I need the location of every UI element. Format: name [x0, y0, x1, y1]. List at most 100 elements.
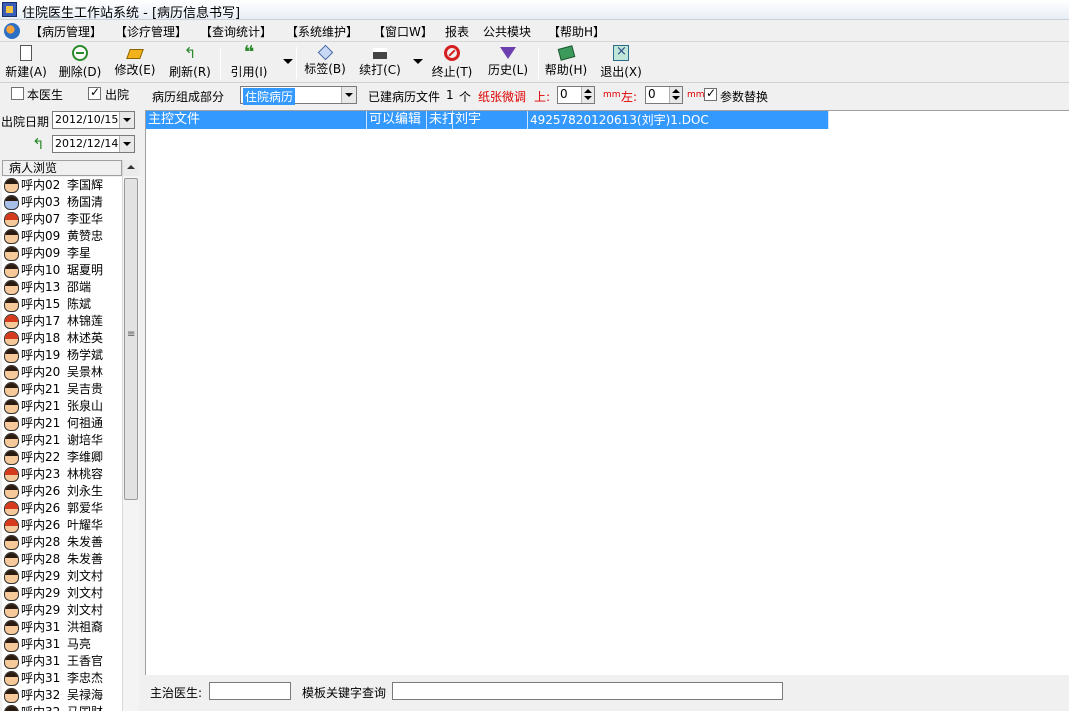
male-patient-icon	[4, 399, 19, 414]
patient-list-item[interactable]: 呼内19 杨学斌	[2, 347, 122, 364]
history-button[interactable]: 历史(L)	[486, 45, 530, 81]
eraser-icon	[126, 49, 144, 59]
patient-list-item[interactable]: 呼内29 刘文村	[2, 568, 122, 585]
menu-reports[interactable]: 报表	[445, 23, 469, 40]
patient-name: 杨学斌	[67, 348, 104, 362]
patient-list-item[interactable]: 呼内31 马亮	[2, 636, 122, 653]
exit-button[interactable]: 退出(X)	[599, 44, 643, 81]
new-button[interactable]: 新建(A)	[4, 45, 48, 81]
param-replace-checkbox[interactable]	[704, 86, 717, 101]
patient-bed-id: 呼内03	[21, 195, 61, 209]
patient-list-item[interactable]: 呼内09 李星	[2, 245, 122, 262]
tag-button[interactable]: 标签(B)	[303, 44, 347, 81]
chevron-down-icon[interactable]	[119, 136, 134, 152]
top-margin-label: 上:	[534, 90, 551, 104]
chevron-down-icon[interactable]	[341, 87, 356, 103]
patient-list-header[interactable]: 病人浏览	[2, 160, 122, 176]
patient-bed-id: 呼内21	[21, 416, 61, 430]
patient-name: 李维卿	[67, 450, 104, 464]
menu-window[interactable]: 【窗口W】	[373, 23, 433, 40]
patient-name: 何祖通	[67, 416, 104, 430]
patient-list-item[interactable]: 呼内31 李忠杰	[2, 670, 122, 687]
patient-list-scrollbar[interactable]	[122, 160, 139, 711]
document-row[interactable]: 主控文件 可以编辑 未打 刘宇 49257820120613(刘宇)1.DOC	[146, 111, 829, 129]
top-margin-spinner[interactable]: 0	[557, 86, 595, 104]
spinner-arrows-icon[interactable]	[669, 87, 682, 103]
patient-list-item[interactable]: 呼内28 朱发善	[2, 551, 122, 568]
toolbar-separator	[296, 47, 297, 79]
print-dropdown-arrow-icon[interactable]	[413, 59, 423, 64]
discharged-checkbox[interactable]	[88, 85, 101, 100]
patient-list-item[interactable]: 呼内21 张泉山	[2, 398, 122, 415]
patient-bed-id: 呼内29	[21, 586, 61, 600]
patient-name: 李星	[67, 246, 92, 260]
patient-list-item[interactable]: 呼内09 黄赞忠	[2, 228, 122, 245]
record-bar: 病历组成部分 住院病历 已建病历文件 1 个 纸张微调 上: 0 mm 左: 0…	[143, 84, 1069, 108]
patient-name: 琚夏明	[67, 263, 104, 277]
app-icon	[2, 2, 17, 17]
swap-arrow-icon[interactable]: ↰	[32, 135, 45, 153]
menu-public-modules[interactable]: 公共模块	[483, 23, 531, 40]
female-patient-icon	[4, 501, 19, 516]
my-doctor-checkbox[interactable]	[11, 87, 24, 100]
help-button[interactable]: 帮助(H)	[544, 45, 588, 81]
patient-list-item[interactable]: 呼内18 林述英	[2, 330, 122, 347]
menu-system-maintenance[interactable]: 【系统维护】	[286, 23, 358, 40]
menu-help[interactable]: 【帮助H】	[548, 23, 605, 40]
date-to-picker[interactable]: 2012/12/14	[52, 135, 135, 153]
patient-name: 马亮	[67, 637, 92, 651]
patient-list-item[interactable]: 呼内10 琚夏明	[2, 262, 122, 279]
patient-list-item[interactable]: 呼内17 林锦莲	[2, 313, 122, 330]
attending-doctor-input[interactable]	[209, 682, 291, 700]
modify-button[interactable]: 修改(E)	[113, 45, 157, 81]
quote-dropdown-arrow-icon[interactable]	[283, 59, 293, 64]
spinner-arrows-icon[interactable]	[581, 87, 594, 103]
template-keyword-input[interactable]	[392, 682, 783, 700]
patient-list-item[interactable]: 呼内26 刘永生	[2, 483, 122, 500]
patient-list-item[interactable]: 呼内31 洪祖裔	[2, 619, 122, 636]
patient-list-item[interactable]: 呼内28 朱发善	[2, 534, 122, 551]
patient-list-item[interactable]: 呼内15 陈斌	[2, 296, 122, 313]
patient-list-item[interactable]: 呼内22 李维卿	[2, 449, 122, 466]
patient-list-item[interactable]: 呼内02 李国辉	[2, 177, 122, 194]
patient-list-item[interactable]: 呼内07 李亚华	[2, 211, 122, 228]
document-status: 未打	[429, 111, 456, 129]
patient-bed-id: 呼内31	[21, 637, 61, 651]
patient-bed-id: 呼内15	[21, 297, 61, 311]
patient-list-item[interactable]: 呼内29 刘文村	[2, 585, 122, 602]
patient-list-item[interactable]: 呼内21 吴吉贵	[2, 381, 122, 398]
continue-print-button[interactable]: 续打(C)	[358, 45, 402, 81]
section-select[interactable]: 住院病历	[240, 86, 357, 105]
patient-list-item[interactable]: 呼内21 谢培华	[2, 432, 122, 449]
patient-list-item[interactable]: 呼内23 林桃容	[2, 466, 122, 483]
patient-bed-id: 呼内10	[21, 263, 61, 277]
patient-list-item[interactable]: 呼内20 吴景林	[2, 364, 122, 381]
delete-button[interactable]: 删除(D)	[58, 45, 102, 81]
patient-list-item[interactable]: 呼内26 郭爱华	[2, 500, 122, 517]
refresh-button[interactable]: ↰ 刷新(R)	[168, 45, 212, 81]
menu-query-statistics[interactable]: 【查询统计】	[200, 23, 272, 40]
menu-record-management[interactable]: 【病历管理】	[30, 23, 102, 40]
date-from-picker[interactable]: 2012/10/15	[52, 111, 135, 129]
quote-button[interactable]: ❝ 引用(I)	[227, 44, 271, 81]
patient-list-item[interactable]: 呼内21 何祖通	[2, 415, 122, 432]
patient-list-item[interactable]: 呼内03 杨国清	[2, 194, 122, 211]
patient-list-item[interactable]: 呼内32 吴禄海	[2, 687, 122, 704]
stop-button[interactable]: 终止(T)	[430, 45, 474, 81]
tag-icon	[317, 44, 333, 61]
patient-list-item[interactable]: 呼内26 叶耀华	[2, 517, 122, 534]
scroll-thumb[interactable]	[124, 178, 138, 500]
male-patient-icon	[4, 382, 19, 397]
chevron-down-icon[interactable]	[119, 112, 134, 128]
created-files-unit: 个	[459, 90, 472, 104]
patient-list-item[interactable]: 呼内13 邵端	[2, 279, 122, 296]
patient-bed-id: 呼内26	[21, 518, 61, 532]
left-margin-unit: mm	[687, 90, 705, 100]
patient-list-item[interactable]: 呼内29 刘文村	[2, 602, 122, 619]
scroll-up-icon[interactable]	[123, 160, 139, 176]
menu-diagnosis-management[interactable]: 【诊疗管理】	[115, 23, 187, 40]
male-patient-icon	[4, 263, 19, 278]
patient-list-item[interactable]: 呼内32马国财	[2, 704, 122, 711]
left-margin-spinner[interactable]: 0	[645, 86, 683, 104]
patient-list-item[interactable]: 呼内31 王香官	[2, 653, 122, 670]
